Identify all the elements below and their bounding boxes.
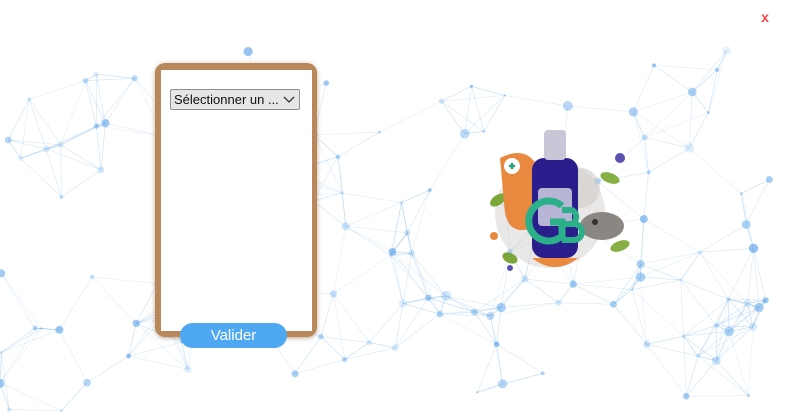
network-background — [0, 46, 773, 412]
chevron-down-icon — [283, 96, 295, 103]
option-select-value: Sélectionner un ... — [174, 92, 279, 107]
option-select[interactable]: Sélectionner un ... — [170, 89, 300, 110]
brand-logo: GB — [490, 130, 630, 271]
close-button[interactable]: x — [757, 8, 773, 26]
validate-button[interactable]: Valider — [180, 323, 287, 348]
